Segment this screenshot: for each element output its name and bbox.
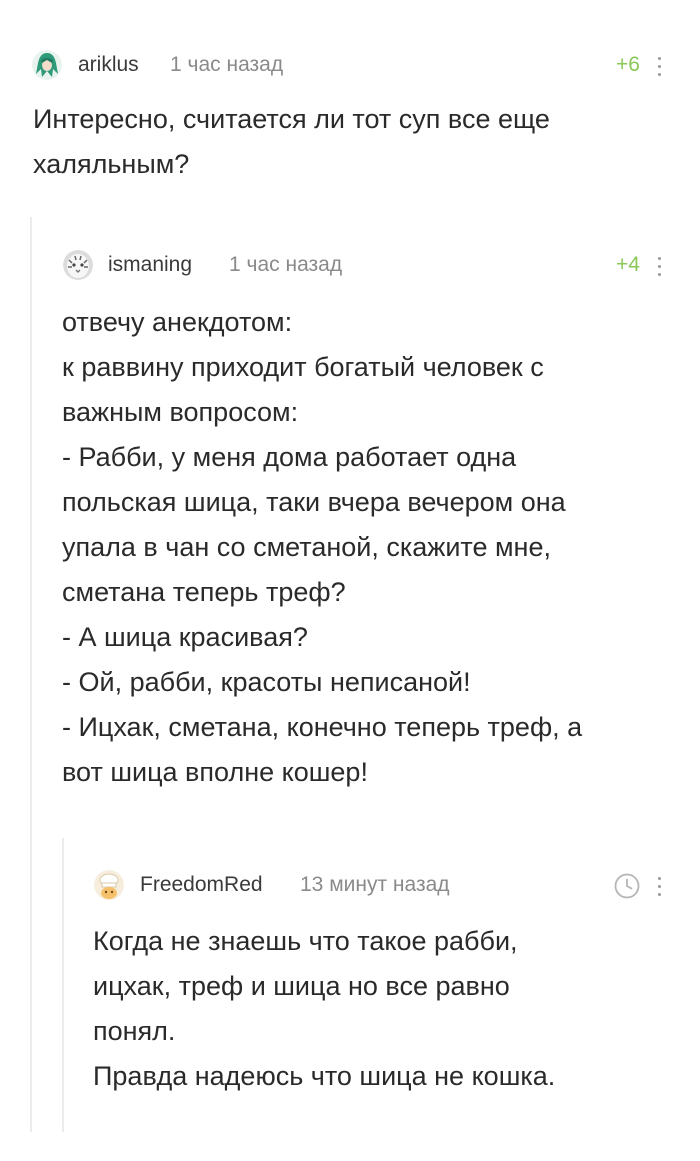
user-avatar[interactable]: [32, 50, 62, 80]
thread-line-level-1[interactable]: [30, 217, 32, 1132]
comment-username[interactable]: ariklus: [78, 53, 139, 77]
comment-text-line: - Ой, рабби, красоты неписаной!: [62, 667, 471, 697]
comment-body: Когда не знаешь что такое рабби, ицхак, …: [93, 919, 555, 1099]
comment-text-line: Интересно, считается ли тот суп все еще: [33, 104, 550, 134]
comment-text-line: - Ицхак, сметана, конечно теперь треф, а: [62, 712, 583, 742]
comment-text-line: польская шица, таки вчера вечером она: [62, 487, 566, 517]
comment-text-line: - А шица красивая?: [62, 622, 308, 652]
comment-text-line: Когда не знаешь что такое рабби,: [93, 926, 518, 956]
user-avatar[interactable]: [94, 870, 124, 900]
comment-text-line: халяльным?: [33, 149, 190, 179]
more-options-icon[interactable]: [655, 877, 663, 901]
more-options-icon[interactable]: [655, 57, 663, 81]
comment-rating[interactable]: +4: [600, 253, 640, 277]
comment-body: Интересно, считается ли тот суп все еще …: [33, 97, 550, 187]
more-options-icon[interactable]: [655, 257, 663, 281]
comment-text-line: понял.: [93, 1016, 176, 1046]
comment-text-line: сметана теперь треф?: [62, 577, 346, 607]
comment-body: отвечу анекдотом: к раввину приходит бог…: [62, 300, 582, 795]
clock-icon[interactable]: [614, 873, 640, 899]
thread-line-level-2[interactable]: [62, 838, 64, 1132]
green-haired-anime-avatar-icon: [32, 50, 62, 80]
comment-timestamp[interactable]: 1 час назад: [170, 53, 283, 77]
comment-text-line: к раввину приходит богатый человек с: [62, 352, 544, 382]
comment-text-line: вот шица вполне кошер!: [62, 757, 368, 787]
comment-text-line: - Рабби, у меня дома работает одна: [62, 442, 517, 472]
comment-text-line: Правда надеюсь что шица не кошка.: [93, 1061, 556, 1091]
comment-rating[interactable]: +6: [600, 53, 640, 77]
comment-text-line: отвечу анекдотом:: [62, 307, 293, 337]
user-avatar[interactable]: [63, 250, 93, 280]
comment-username[interactable]: FreedomRed: [140, 873, 263, 897]
comment-username[interactable]: ismaning: [108, 253, 192, 277]
comment-text-line: упала в чан со сметаной, скажите мне,: [62, 532, 551, 562]
comment-timestamp[interactable]: 1 час назад: [229, 253, 342, 277]
comment-timestamp[interactable]: 13 минут назад: [300, 873, 450, 897]
white-tiger-avatar-icon: [63, 250, 93, 280]
comment-text-line: важным вопросом:: [62, 397, 299, 427]
chef-hat-avatar-icon: [94, 870, 124, 900]
comment-text-line: ицхак, треф и шица но все равно: [93, 971, 510, 1001]
